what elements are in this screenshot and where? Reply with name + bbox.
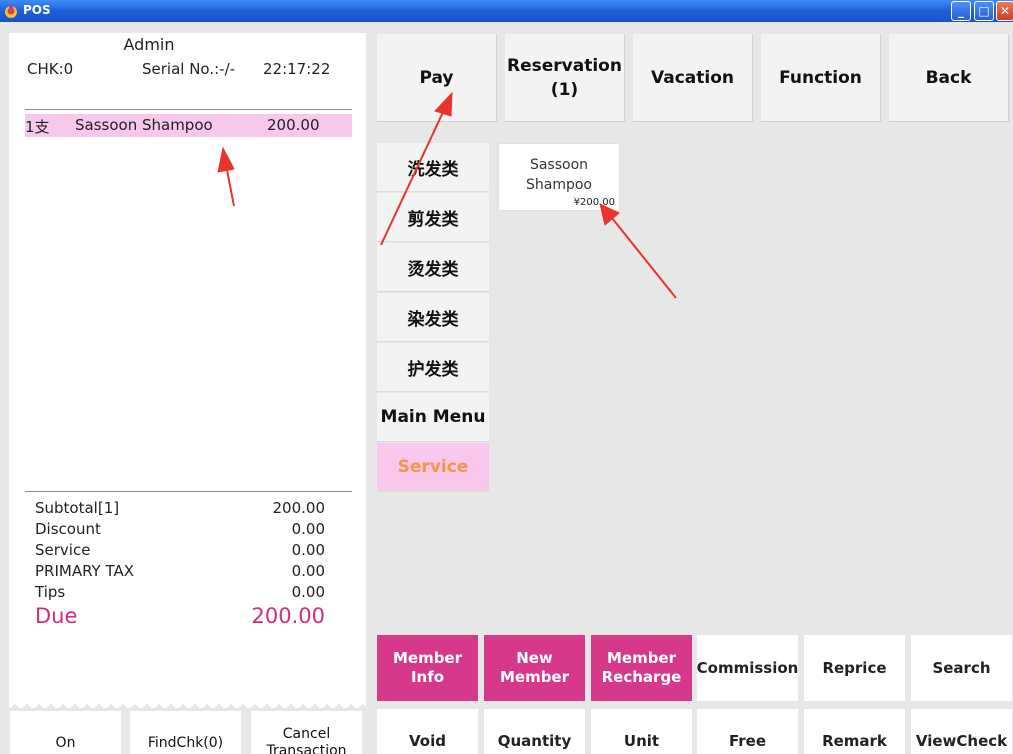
product-tile-sassoon-shampoo[interactable]: Sassoon Shampoo ¥200.00 [498, 143, 620, 211]
receipt-item-row[interactable]: 1支 Sassoon Shampoo 200.00 [25, 114, 352, 137]
receipt-panel: Admin CHK:0 Serial No.:-/- 22:17:22 1支 S… [9, 33, 366, 708]
due-label: Due [35, 604, 78, 628]
divider [25, 109, 352, 110]
title-bar: POS _ □ ✕ [0, 0, 1013, 22]
summary-value: 0.00 [291, 520, 325, 538]
item-price: 200.00 [267, 116, 320, 134]
summary-label: Service [35, 541, 91, 559]
due-value: 200.00 [251, 604, 325, 628]
summary-label: PRIMARY TAX [35, 562, 135, 580]
receipt-torn-edge [9, 700, 366, 708]
findchk-button[interactable]: FindChk(0) [130, 711, 241, 754]
pay-button[interactable]: Pay [377, 34, 497, 122]
close-icon[interactable]: ✕ [996, 1, 1013, 21]
quantity-button[interactable]: Quantity [484, 709, 585, 754]
vacation-button[interactable]: Vacation [633, 34, 753, 122]
viewcheck-button[interactable]: ViewCheck [911, 709, 1012, 754]
summary-label: Tips [35, 583, 66, 601]
summary-value: 0.00 [291, 541, 325, 559]
summary-label: Subtotal[1] [35, 499, 120, 517]
void-button[interactable]: Void [377, 709, 478, 754]
summary-label: Discount [35, 520, 101, 538]
item-qty: 1支 [25, 118, 50, 136]
category-wash[interactable]: 洗发类 [377, 143, 489, 192]
category-service[interactable]: Service [377, 443, 489, 492]
summary-value: 200.00 [272, 499, 326, 517]
reservation-button[interactable]: Reservation (1) [505, 34, 625, 122]
back-button[interactable]: Back [889, 34, 1009, 122]
free-button[interactable]: Free [697, 709, 798, 754]
maximize-icon[interactable]: □ [974, 1, 994, 21]
minimize-icon[interactable]: _ [951, 1, 971, 21]
category-perm[interactable]: 烫发类 [377, 243, 489, 292]
operator-name: Admin [123, 35, 175, 54]
summary-value: 0.00 [291, 562, 325, 580]
new-member-button[interactable]: New Member [484, 635, 585, 701]
reprice-button[interactable]: Reprice [804, 635, 905, 701]
receipt-time: 22:17:22 [263, 60, 331, 78]
commission-button[interactable]: Commission [697, 635, 798, 701]
product-price: ¥200.00 [573, 197, 615, 208]
search-button[interactable]: Search [911, 635, 1012, 701]
serial-number: Serial No.:-/- [142, 60, 236, 78]
product-name: Sassoon Shampoo [526, 157, 592, 193]
cancel-transaction-button[interactable]: Cancel Transaction [251, 711, 362, 754]
item-name: Sassoon Shampoo [75, 116, 213, 134]
category-dye[interactable]: 染发类 [377, 293, 489, 342]
check-number: CHK:0 [27, 60, 74, 78]
function-button[interactable]: Function [761, 34, 881, 122]
summary-value: 0.00 [291, 583, 325, 601]
member-recharge-button[interactable]: Member Recharge [591, 635, 692, 701]
category-care[interactable]: 护发类 [377, 343, 489, 392]
category-main-menu[interactable]: Main Menu [377, 393, 489, 442]
arrow-to-product [611, 217, 677, 299]
window-title: POS [23, 3, 51, 17]
remark-button[interactable]: Remark [804, 709, 905, 754]
category-cut[interactable]: 剪发类 [377, 193, 489, 242]
app-icon [5, 4, 17, 18]
divider [25, 491, 352, 492]
member-info-button[interactable]: Member Info [377, 635, 478, 701]
on-button[interactable]: On [10, 711, 121, 754]
unit-button[interactable]: Unit [591, 709, 692, 754]
